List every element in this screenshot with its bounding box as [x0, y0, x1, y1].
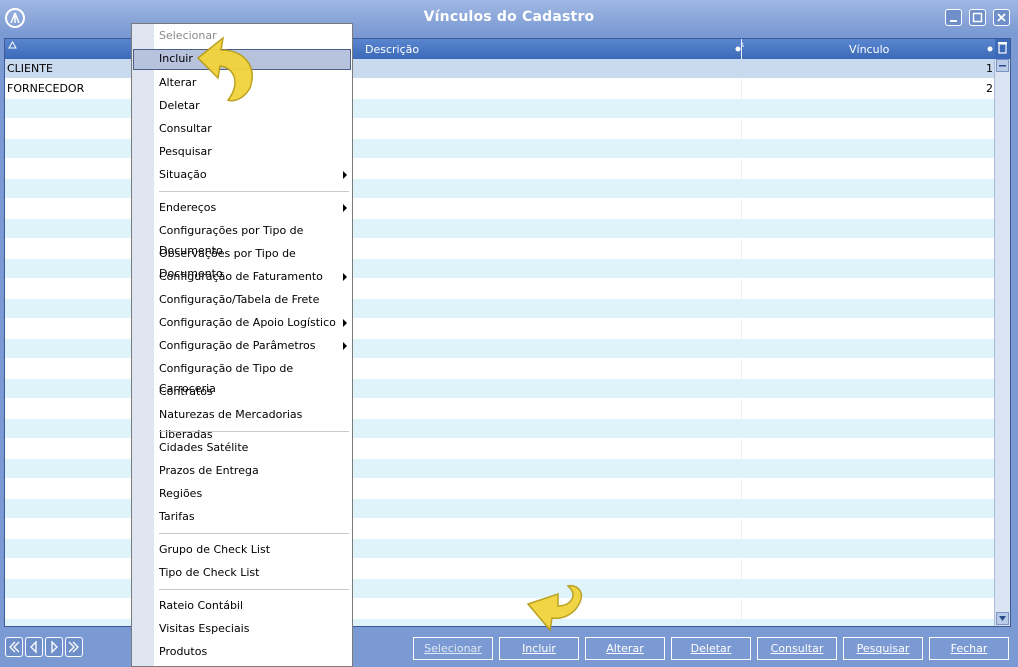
pesquisar-button[interactable]: Pesquisar [843, 637, 923, 660]
menu-item[interactable]: Consultar [159, 119, 212, 139]
prev-icon [30, 640, 37, 654]
menu-item-label: Regiões [159, 487, 203, 500]
menu-item[interactable]: Configuração de Faturamento [159, 267, 323, 287]
first-icon [9, 641, 20, 653]
menu-item[interactable]: Configuração/Tabela de Frete [159, 290, 319, 310]
menu-item-label: Naturezas de Mercadorias Liberadas [159, 408, 303, 441]
menu-separator [159, 431, 349, 432]
selecionar-label: Selecionar [424, 642, 482, 655]
consultar-label: Consultar [770, 642, 824, 655]
deletar-label: Deletar [690, 642, 732, 655]
scroll-down-button[interactable] [996, 612, 1009, 625]
first-record-button[interactable] [5, 637, 23, 657]
menu-item[interactable]: Regiões [159, 484, 202, 504]
menu-item[interactable]: Tarifas [159, 507, 195, 527]
context-menu: Selecionar Incluir Alterar Deletar Consultar… [131, 23, 353, 667]
menu-item[interactable]: Pesquisar [159, 142, 212, 162]
incluir-button[interactable]: Incluir [499, 637, 579, 660]
menu-item[interactable]: Configurações por Tipo de Documento [159, 221, 352, 257]
alterar-button[interactable]: Alterar [585, 637, 665, 660]
menu-item-label: Pesquisar [159, 145, 212, 158]
menu-item-label: Configuração de Faturamento [159, 270, 323, 283]
menu-item[interactable]: Situação [159, 165, 207, 185]
menu-item-label: Contratos [159, 385, 213, 398]
menu-separator [159, 589, 349, 590]
menu-item[interactable]: Configuração de Apoio Logístico [159, 313, 336, 333]
scroll-up-button[interactable] [996, 59, 1009, 72]
trash-icon[interactable] [995, 39, 1010, 59]
menu-item-label: Consultar [159, 122, 212, 135]
cell-descricao: FORNECEDOR [7, 82, 85, 95]
fechar-button[interactable]: Fechar [929, 637, 1009, 660]
incluir-label: Incluir [522, 642, 556, 655]
menu-item[interactable]: Tipo de Check List [159, 563, 259, 583]
column-header-vinculo[interactable]: Vínculo [849, 43, 889, 56]
cell-vinculo: 2 [986, 82, 993, 95]
maximize-button[interactable] [969, 9, 986, 26]
sort-asc-icon[interactable] [8, 40, 17, 53]
menu-item-label: Tipo de Check List [159, 566, 260, 579]
last-record-button[interactable] [65, 637, 83, 657]
menu-item[interactable]: Configuração de Tipo de Carroceria [159, 359, 352, 395]
menu-item[interactable]: Prazos de Entrega [159, 461, 259, 481]
next-record-button[interactable] [45, 637, 63, 657]
menu-item[interactable]: Cidades Satélite [159, 438, 248, 458]
menu-item[interactable]: Rateio Contábil [159, 596, 243, 616]
menu-item-label: Grupo de Check List [159, 543, 271, 556]
pesquisar-label: Pesquisar [856, 642, 910, 655]
submenu-arrow-icon [343, 204, 347, 212]
menu-item[interactable]: Grupo de Check List [159, 540, 270, 560]
menu-separator [159, 191, 349, 192]
menu-item[interactable]: Configuração de Parâmetros [159, 336, 315, 356]
menu-item-label: Prazos de Entrega [159, 464, 259, 477]
menu-item[interactable]: Naturezas de Mercadorias Liberadas [159, 405, 352, 441]
minimize-button[interactable] [945, 9, 962, 26]
cell-descricao: CLIENTE [7, 62, 53, 75]
prev-record-button[interactable] [25, 637, 43, 657]
search-icon[interactable] [733, 42, 745, 57]
cell-vinculo: 1 [986, 62, 993, 75]
alterar-label: Alterar [606, 642, 644, 655]
next-icon [51, 640, 58, 654]
menu-item[interactable]: Visitas Especiais [159, 619, 249, 639]
pointer-arrow-icon [526, 584, 582, 632]
consultar-button[interactable]: Consultar [757, 637, 837, 660]
menu-separator [159, 533, 349, 534]
column-header-descricao[interactable]: Descrição [365, 43, 419, 56]
maximize-icon [972, 12, 983, 23]
deletar-button[interactable]: Deletar [671, 637, 751, 660]
menu-item-label: Visitas Especiais [159, 622, 250, 635]
menu-item[interactable]: Endereços [159, 198, 216, 218]
submenu-arrow-icon [343, 171, 347, 179]
submenu-arrow-icon [343, 319, 347, 327]
pointer-arrow-icon [196, 36, 253, 102]
menu-item-label: Configuração de Apoio Logístico [159, 316, 336, 329]
menu-gutter [132, 24, 154, 666]
last-icon [68, 641, 79, 653]
menu-item-label: Configuração/Tabela de Frete [159, 293, 320, 306]
submenu-arrow-icon [343, 342, 347, 350]
selecionar-button[interactable]: Selecionar [413, 637, 493, 660]
menu-item-label: Configuração de Parâmetros [159, 339, 316, 352]
minus-icon [999, 65, 1006, 67]
menu-item-label: Produtos [159, 645, 208, 658]
close-button[interactable] [993, 9, 1010, 26]
menu-item[interactable]: Produtos [159, 642, 207, 662]
minimize-icon [950, 20, 957, 22]
menu-item-label: Tarifas [159, 510, 195, 523]
menu-item-label: Endereços [159, 201, 217, 214]
submenu-arrow-icon [343, 273, 347, 281]
vertical-scrollbar[interactable] [994, 59, 1010, 626]
menu-item-label: Situação [159, 168, 207, 181]
fechar-label: Fechar [950, 642, 988, 655]
menu-item[interactable]: Observações por Tipo de Documento [159, 244, 352, 280]
app-window: Vínculos do Cadastro Descrição Vínculo C… [0, 0, 1018, 667]
chevron-down-icon [999, 616, 1006, 621]
menu-item-label: Rateio Contábil [159, 599, 244, 612]
menu-item-label: Cidades Satélite [159, 441, 249, 454]
close-icon [997, 13, 1006, 22]
menu-item[interactable]: Contratos [159, 382, 213, 402]
